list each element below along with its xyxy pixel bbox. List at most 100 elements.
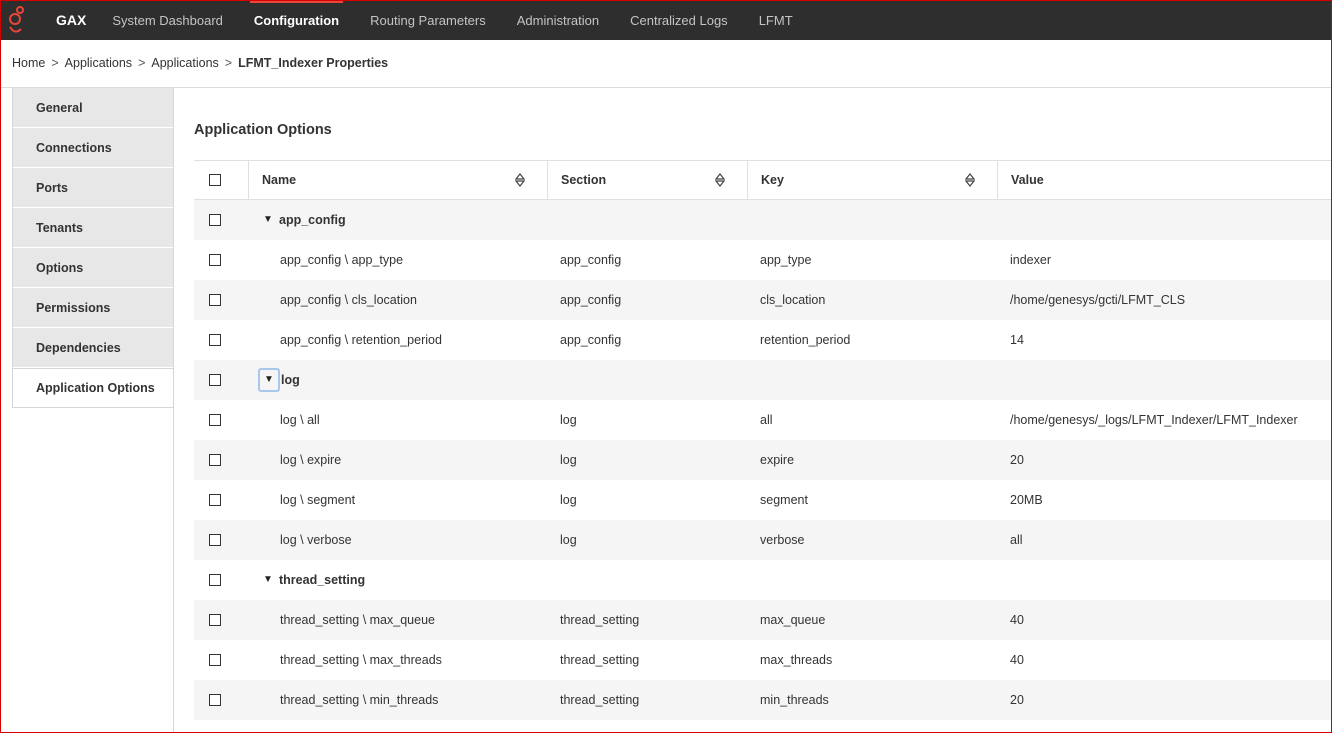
- sort-updown-icon[interactable]: [515, 173, 525, 187]
- option-section: thread_setting: [560, 653, 640, 667]
- option-key: cls_location: [760, 293, 826, 307]
- table-row[interactable]: app_config \ app_type app_config app_type i…: [194, 240, 1332, 280]
- sidebar-item-general[interactable]: General: [12, 88, 174, 128]
- sidebar-item-ports[interactable]: Ports: [12, 168, 174, 208]
- row-select-cell: [194, 360, 248, 400]
- row-select-cell: [194, 280, 248, 320]
- nav-centralized-logs[interactable]: Centralized Logs: [630, 0, 728, 40]
- caret-down-icon[interactable]: ▼: [260, 212, 276, 228]
- option-name: app_config \ retention_period: [280, 333, 442, 347]
- group-name: log: [281, 373, 300, 387]
- row-checkbox[interactable]: [209, 374, 221, 386]
- table-row[interactable]: log \ expire log expire 20: [194, 440, 1332, 480]
- sort-updown-icon[interactable]: [965, 173, 975, 187]
- row-select-cell: [194, 560, 248, 600]
- sidebar-item-connections[interactable]: Connections: [12, 128, 174, 168]
- option-section: thread_setting: [560, 693, 640, 707]
- caret-down-icon[interactable]: ▼: [258, 368, 280, 392]
- row-select-cell: [194, 680, 248, 720]
- group-name-cell: ▼ app_config: [248, 200, 547, 240]
- header-key[interactable]: Key: [747, 161, 997, 199]
- table-group-row[interactable]: ▼ log: [194, 360, 1332, 400]
- table-header: Name Section Key Value: [194, 160, 1332, 200]
- option-name: log \ verbose: [280, 533, 352, 547]
- breadcrumb: Home > Applications > Applications > LFM…: [12, 56, 388, 70]
- table-group-row[interactable]: ▼ thread_setting: [194, 560, 1332, 600]
- row-checkbox[interactable]: [209, 214, 221, 226]
- header-section-label: Section: [561, 173, 607, 187]
- sort-updown-icon[interactable]: [715, 173, 725, 187]
- row-select-cell: [194, 600, 248, 640]
- row-checkbox[interactable]: [209, 454, 221, 466]
- table-row[interactable]: thread_setting \ max_threads thread_setti…: [194, 640, 1332, 680]
- header-section[interactable]: Section: [547, 161, 747, 199]
- sidebar-item-dependencies[interactable]: Dependencies: [12, 328, 174, 368]
- option-key: expire: [760, 453, 795, 467]
- nav-lfmt[interactable]: LFMT: [759, 0, 793, 40]
- properties-sidebar: General Connections Ports Tenants Option…: [12, 88, 174, 408]
- option-name: thread_setting \ min_threads: [280, 693, 439, 707]
- option-name: log \ segment: [280, 493, 356, 507]
- sidebar-item-application-options[interactable]: Application Options: [12, 368, 174, 408]
- header-value-label: Value: [1011, 173, 1044, 187]
- breadcrumb-applications-2[interactable]: Applications: [151, 56, 218, 70]
- option-name: app_config \ cls_location: [280, 293, 417, 307]
- group-name: thread_setting: [279, 573, 366, 587]
- row-checkbox[interactable]: [209, 494, 221, 506]
- header-divider: [0, 87, 1332, 88]
- sidebar-item-tenants[interactable]: Tenants: [12, 208, 174, 248]
- option-value: all: [1010, 533, 1023, 547]
- breadcrumb-separator: >: [224, 56, 233, 70]
- row-checkbox[interactable]: [209, 254, 221, 266]
- caret-down-icon[interactable]: ▼: [260, 572, 276, 588]
- table-row[interactable]: log \ segment log segment 20MB: [194, 480, 1332, 520]
- genesys-logo-icon[interactable]: [2, 0, 32, 40]
- table-row[interactable]: thread_setting \ min_threads thread_setti…: [194, 680, 1332, 720]
- row-checkbox[interactable]: [209, 614, 221, 626]
- table-group-row[interactable]: ▼ app_config: [194, 200, 1332, 240]
- option-value: /home/genesys/gcti/LFMT_CLS: [1010, 293, 1186, 307]
- row-checkbox[interactable]: [209, 414, 221, 426]
- group-name: app_config: [279, 213, 346, 227]
- sidebar-item-permissions[interactable]: Permissions: [12, 288, 174, 328]
- option-value: 20: [1010, 693, 1024, 707]
- row-select-cell: [194, 480, 248, 520]
- table-row[interactable]: log \ verbose log verbose all: [194, 520, 1332, 560]
- option-key: verbose: [760, 533, 805, 547]
- table-row[interactable]: log \ all log all/home/genesys/_logs/LFMT_…: [194, 400, 1332, 440]
- nav-routing-parameters[interactable]: Routing Parameters: [370, 0, 486, 40]
- option-value: indexer: [1010, 253, 1051, 267]
- top-navigation-bar: GAX System Dashboard Configuration Routi…: [0, 0, 1332, 40]
- option-name: log \ all: [280, 413, 320, 427]
- option-key: app_type: [760, 253, 812, 267]
- brand-label[interactable]: GAX: [56, 12, 86, 28]
- option-value: 20MB: [1010, 493, 1043, 507]
- row-checkbox[interactable]: [209, 654, 221, 666]
- sidebar-item-options[interactable]: Options: [12, 248, 174, 288]
- row-checkbox[interactable]: [209, 334, 221, 346]
- breadcrumb-home[interactable]: Home: [12, 56, 45, 70]
- breadcrumb-applications[interactable]: Applications: [65, 56, 132, 70]
- option-section: log: [560, 453, 577, 467]
- header-name[interactable]: Name: [248, 161, 547, 199]
- header-value[interactable]: Value: [997, 161, 1332, 199]
- nav-system-dashboard[interactable]: System Dashboard: [112, 0, 223, 40]
- row-checkbox[interactable]: [209, 534, 221, 546]
- page-title: Application Options: [194, 122, 332, 138]
- table-row[interactable]: thread_setting \ max_queue thread_setting…: [194, 600, 1332, 640]
- row-select-cell: [194, 440, 248, 480]
- option-section: app_config: [560, 293, 622, 307]
- option-value: 40: [1010, 653, 1024, 667]
- nav-configuration[interactable]: Configuration: [249, 0, 344, 40]
- option-section: thread_setting: [560, 613, 640, 627]
- table-body: ▼ app_config app_config \ app_type app_conf…: [194, 200, 1332, 720]
- select-all-checkbox[interactable]: [209, 174, 221, 186]
- row-checkbox[interactable]: [209, 694, 221, 706]
- table-row[interactable]: app_config \ retention_period app_config r…: [194, 320, 1332, 360]
- row-checkbox[interactable]: [209, 574, 221, 586]
- row-select-cell: [194, 320, 248, 360]
- option-name: thread_setting \ max_threads: [280, 653, 442, 667]
- table-row[interactable]: app_config \ cls_location app_config cls_l…: [194, 280, 1332, 320]
- nav-administration[interactable]: Administration: [517, 0, 599, 40]
- row-checkbox[interactable]: [209, 294, 221, 306]
